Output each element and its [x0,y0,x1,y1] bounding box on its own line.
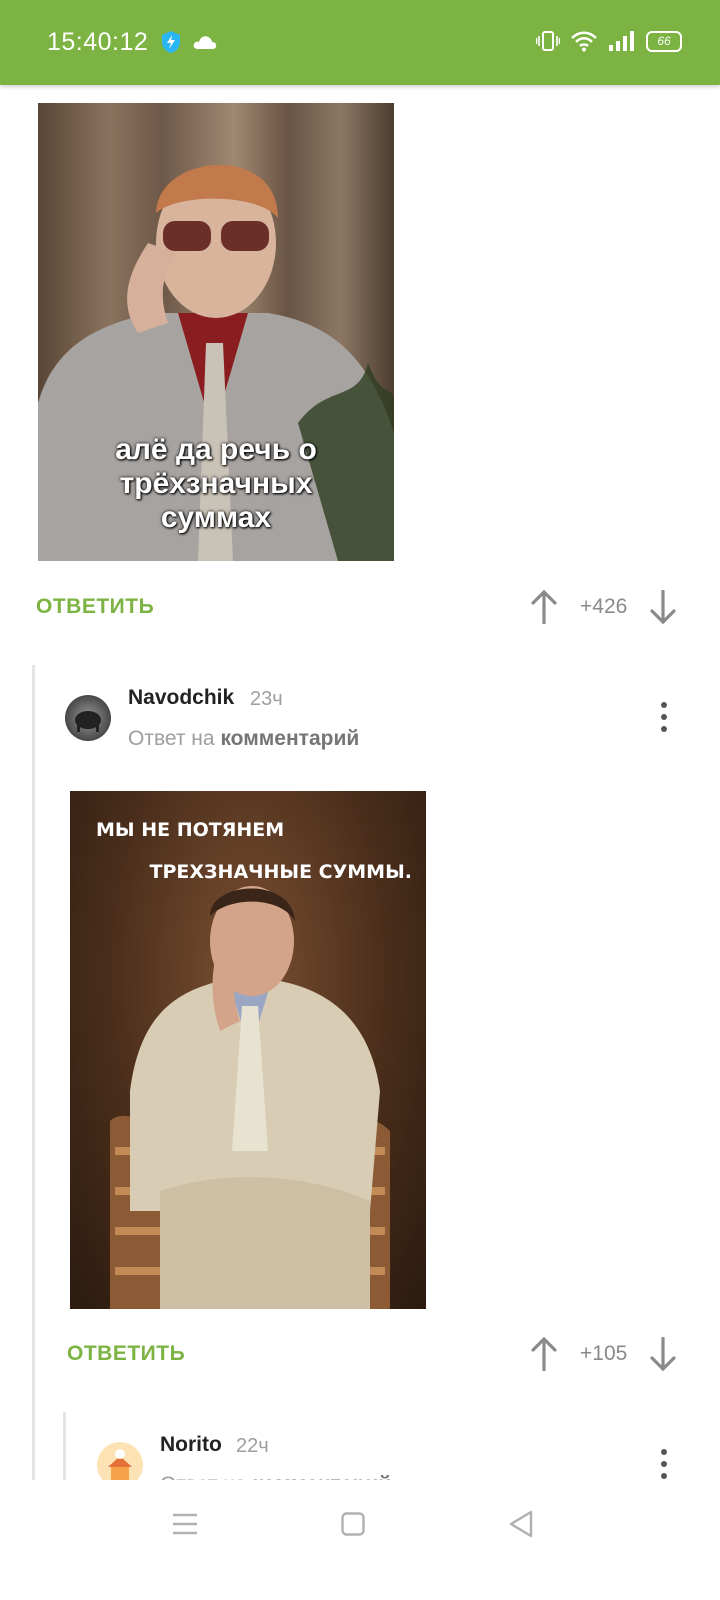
vote-controls: +105 [528,1336,679,1372]
vote-score: +105 [580,1342,628,1365]
more-options-icon[interactable] [659,1449,669,1479]
reply-button[interactable]: ОТВЕТИТЬ [36,595,154,619]
reply-button[interactable]: ОТВЕТИТЬ [67,1342,185,1366]
upvote-arrow-icon[interactable] [528,589,560,625]
vibrate-icon [536,31,560,51]
upvote-arrow-icon[interactable] [528,1336,560,1372]
status-bar: 15:40:12 66 [0,0,720,85]
more-options-icon[interactable] [659,702,669,732]
comment-image[interactable]: алё да речь о трёхзначных суммах [38,103,394,561]
comment-time: 23ч [250,688,283,710]
username[interactable]: Navodchik [128,686,234,710]
image-caption: алё да речь о трёхзначных суммах [115,433,317,534]
vote-controls: +426 [528,589,679,625]
comment-image[interactable]: МЫ НЕ ПОТЯНЕМ ТРЕХЗНАЧНЫЕ СУММЫ. [70,791,426,1309]
thread-line [32,665,35,1510]
image-caption-line1: МЫ НЕ ПОТЯНЕМ [96,819,285,841]
navigation-bar [0,1480,720,1600]
signal-icon [609,31,634,51]
back-triangle-icon[interactable] [508,1510,534,1538]
shield-bolt-icon [162,31,180,53]
status-time: 15:40:12 [47,28,149,56]
cloud-icon [193,36,217,49]
downvote-arrow-icon[interactable] [647,1336,679,1372]
wifi-icon [571,31,597,52]
avatar[interactable] [65,695,111,741]
vote-score: +426 [580,595,628,618]
reply-to-prefix: Ответ на [128,727,215,750]
downvote-arrow-icon[interactable] [647,589,679,625]
status-icons-left [160,30,218,54]
comments-feed[interactable]: алё да речь о трёхзначных суммах ОТВЕТИТ… [0,85,720,1510]
home-square-icon[interactable] [341,1512,365,1536]
reply-to-link[interactable]: комментарий [220,727,359,750]
comment-time: 22ч [236,1435,269,1457]
menu-icon[interactable] [172,1512,198,1536]
battery-icon: 66 [646,30,682,52]
image-caption-line2: ТРЕХЗНАЧНЫЕ СУММЫ. [149,861,412,883]
reply-to: Ответ на комментарий [128,727,359,751]
status-icons-right: 66 [536,30,682,52]
username[interactable]: Norito [160,1433,222,1457]
